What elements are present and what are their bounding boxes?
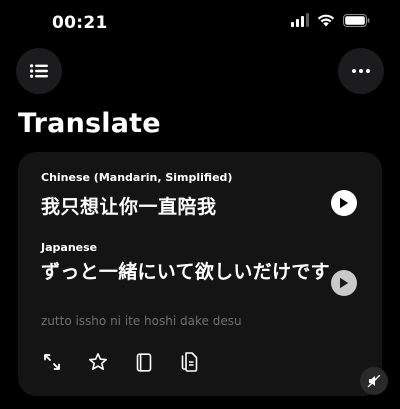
list-icon bbox=[30, 64, 48, 78]
expand-button[interactable] bbox=[40, 350, 64, 374]
star-icon bbox=[89, 353, 107, 370]
more-options-button[interactable] bbox=[338, 48, 384, 94]
wifi-icon bbox=[317, 14, 335, 27]
mute-button[interactable] bbox=[360, 367, 388, 395]
ellipsis-icon bbox=[352, 69, 370, 73]
book-icon bbox=[136, 352, 152, 372]
battery-icon bbox=[343, 13, 370, 27]
target-language-label: Japanese bbox=[41, 241, 98, 254]
card-actions bbox=[40, 350, 202, 374]
play-target-button[interactable] bbox=[331, 270, 357, 296]
romanization-text: zutto issho ni ite hoshi dake desu bbox=[41, 314, 242, 328]
source-language-label: Chinese (Mandarin, Simplified) bbox=[41, 171, 233, 184]
page-title: Translate bbox=[18, 108, 161, 139]
dictionary-button[interactable] bbox=[132, 350, 156, 374]
target-text[interactable]: ずっと一緒にいて欲しいだけです bbox=[41, 260, 331, 285]
copy-button[interactable] bbox=[178, 350, 202, 374]
status-bar: 00:21 bbox=[0, 0, 400, 46]
copy-icon bbox=[181, 352, 198, 372]
favorite-button[interactable] bbox=[86, 350, 110, 374]
menu-button[interactable] bbox=[16, 48, 62, 94]
source-text[interactable]: 我只想让你一直陪我 bbox=[41, 192, 217, 219]
play-source-button[interactable] bbox=[331, 190, 357, 216]
play-icon bbox=[340, 197, 349, 209]
status-time: 00:21 bbox=[52, 13, 108, 33]
status-icons bbox=[291, 13, 370, 27]
translation-card: Chinese (Mandarin, Simplified) 我只想让你一直陪我… bbox=[18, 152, 382, 396]
speaker-mute-icon bbox=[367, 374, 381, 388]
play-icon bbox=[340, 277, 349, 289]
expand-icon bbox=[44, 354, 60, 370]
cellular-signal-icon bbox=[291, 13, 309, 27]
